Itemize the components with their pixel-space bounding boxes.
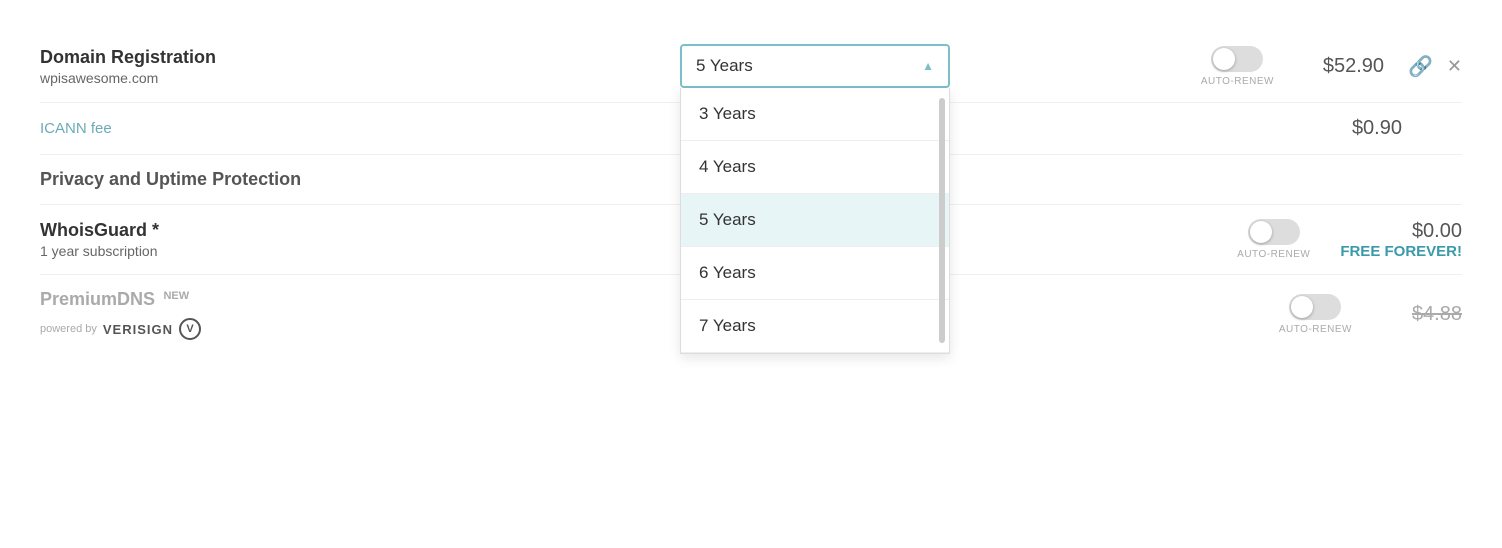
dropdown-item-6years[interactable]: 6 Years [681,247,949,300]
whoisguard-info: WhoisGuard * 1 year subscription [40,220,680,259]
whoisguard-autorenew-wrap: AUTO-RENEW [1237,219,1310,260]
premiumdns-price: $4.88 [1382,303,1462,326]
premiumdns-autorenew-wrap: AUTO-RENEW [1279,294,1352,335]
domain-registration-info: Domain Registration wpisawesome.com [40,47,680,86]
premiumdns-title: PremiumDNS [40,289,155,309]
close-icon[interactable]: ✕ [1447,56,1462,77]
verisign-logo: VERISIGN [103,322,173,337]
premiumdns-autorenew-label: AUTO-RENEW [1279,324,1352,335]
dropdown-arrow-icon: ▲ [922,59,934,73]
premiumdns-new-badge: NEW [163,290,189,302]
whoisguard-free-forever: FREE FOREVER! [1340,243,1462,260]
domain-registration-title: Domain Registration [40,47,680,68]
dropdown-item-5years[interactable]: 5 Years [681,194,949,247]
dropdown-scrollbar[interactable] [939,98,945,343]
domain-registration-price: $52.90 [1304,55,1384,78]
dropdown-scroll-area: 3 Years 4 Years 5 Years 6 Years 7 Years [681,88,949,353]
years-dropdown-selected: 5 Years [696,56,753,76]
domain-autorenew-label: AUTO-RENEW [1201,76,1274,87]
years-dropdown-menu: 3 Years 4 Years 5 Years 6 Years 7 Years [680,88,950,354]
verisign-footer: powered by VERISIGN V [40,318,680,340]
whoisguard-autorenew-label: AUTO-RENEW [1237,249,1310,260]
dropdown-item-3years[interactable]: 3 Years [681,88,949,141]
whoisguard-autorenew-toggle[interactable] [1248,219,1300,245]
whoisguard-title: WhoisGuard * [40,220,680,241]
dropdown-item-4years[interactable]: 4 Years [681,141,949,194]
domain-autorenew-wrap: AUTO-RENEW [1201,46,1274,87]
domain-autorenew-toggle[interactable] [1211,46,1263,72]
page-container: Domain Registration wpisawesome.com 5 Ye… [0,0,1502,548]
premiumdns-info: PremiumDNS NEW powered by VERISIGN V [40,289,680,340]
domain-registration-row: Domain Registration wpisawesome.com 5 Ye… [40,30,1462,103]
whoisguard-price: $0.00 [1412,220,1462,243]
icann-fee-title[interactable]: ICANN fee [40,120,680,137]
domain-registration-actions: 🔗 ✕ [1408,54,1462,79]
clip-icon[interactable]: 🔗 [1408,54,1433,79]
years-dropdown-container: 5 Years ▲ 3 Years 4 Years 5 Years 6 Year… [680,44,950,88]
privacy-protection-info: Privacy and Uptime Protection [40,169,680,190]
privacy-protection-title: Privacy and Uptime Protection [40,169,680,190]
powered-by-text: powered by [40,323,97,335]
years-dropdown-trigger[interactable]: 5 Years ▲ [680,44,950,88]
icann-fee-price: $0.90 [1322,117,1402,140]
whoisguard-price-block: $0.00 FREE FOREVER! [1340,220,1462,260]
whoisguard-subtitle: 1 year subscription [40,243,680,259]
domain-registration-subtitle: wpisawesome.com [40,70,680,86]
icann-fee-info: ICANN fee [40,120,680,137]
domain-registration-middle: 5 Years ▲ 3 Years 4 Years 5 Years 6 Year… [680,44,1181,88]
premiumdns-autorenew-toggle[interactable] [1289,294,1341,320]
dropdown-item-7years[interactable]: 7 Years [681,300,949,353]
verisign-badge-icon: V [179,318,201,340]
domain-registration-right: $52.90 🔗 ✕ [1304,54,1462,79]
